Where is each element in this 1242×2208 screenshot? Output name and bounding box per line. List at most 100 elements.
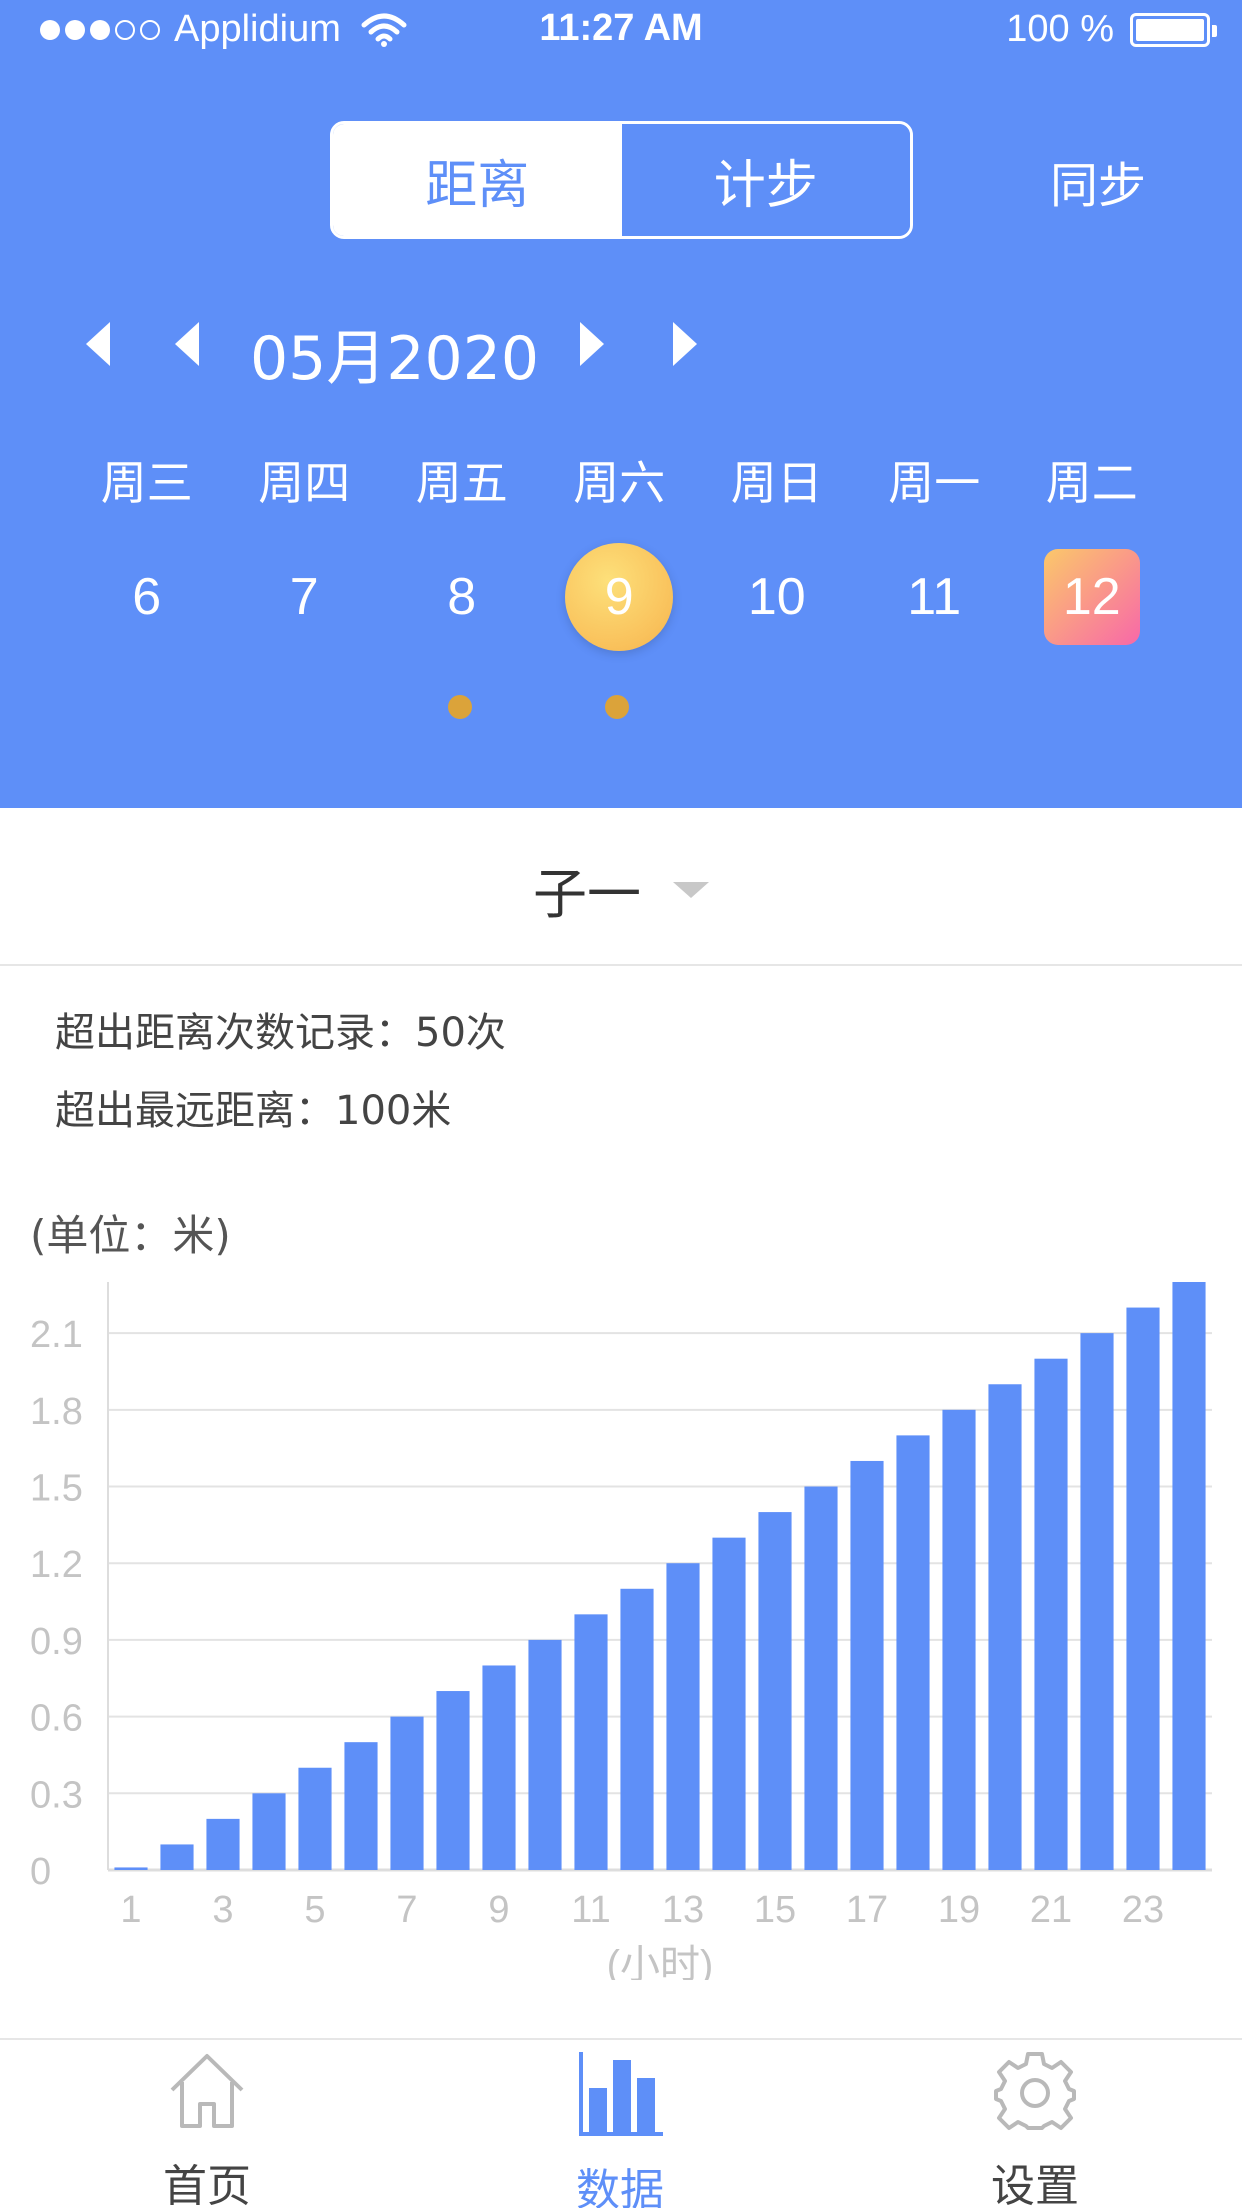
chart-bar	[758, 1512, 792, 1870]
x-tick-label: 21	[1030, 1889, 1072, 1931]
y-tick-label: 1.5	[30, 1468, 83, 1510]
y-tick-label: 1.8	[30, 1391, 83, 1433]
chart-bar	[712, 1537, 746, 1870]
battery-percent: 100 %	[1006, 8, 1114, 50]
home-icon	[170, 2054, 244, 2128]
exceed-count-text: 超出距离次数记录：50次	[55, 1010, 506, 1056]
weekday-row: 周三 周四 周五 周六 周日 周一 周二	[68, 447, 1228, 513]
chart-bar	[804, 1486, 838, 1870]
y-tick-label: 2.1	[30, 1314, 83, 1356]
chart-bar	[850, 1460, 884, 1870]
dropdown-caret-icon	[673, 882, 709, 898]
y-tick-label: 0.9	[30, 1621, 83, 1663]
chart-bar	[390, 1716, 424, 1870]
weekday-label: 周二	[1045, 456, 1138, 510]
x-tick-label: 5	[304, 1889, 325, 1931]
chart-bar	[896, 1435, 930, 1870]
chart-svg: 00.30.60.91.21.51.82.11 3 5 7 9 11 13 15 17 19 21 2…	[30, 1282, 1212, 1987]
x-tick-label: 13	[662, 1889, 704, 1931]
chart-bar	[298, 1767, 332, 1870]
y-tick-label: 0	[30, 1851, 51, 1893]
activity-dot-marker	[448, 695, 472, 719]
y-tick-label: 0.3	[30, 1774, 83, 1816]
chart-bar	[1126, 1307, 1160, 1870]
day-number: 9	[565, 543, 674, 651]
battery-icon	[1130, 12, 1217, 47]
tab-label: 首页	[163, 2161, 251, 2208]
x-tick-label: 11	[571, 1889, 610, 1931]
bar-chart-icon	[579, 2052, 663, 2136]
chart-bar	[436, 1691, 470, 1870]
mode-segmented-control: 距离 计步	[330, 121, 913, 239]
x-tick-label: 7	[396, 1889, 417, 1931]
weekday-label: 周三	[100, 456, 193, 510]
chart-bar	[1172, 1282, 1206, 1870]
chart-bar	[988, 1384, 1022, 1870]
chart-bar	[160, 1844, 194, 1870]
chart-bar	[482, 1665, 516, 1870]
status-right: 100 %	[1006, 8, 1217, 51]
chart-bar	[1080, 1333, 1114, 1870]
child-name: 子一	[533, 863, 641, 926]
day-number: 11	[907, 568, 962, 626]
previous-year-arrow-icon[interactable]	[86, 322, 110, 366]
chart-bar	[574, 1614, 608, 1870]
chart-bar	[252, 1793, 286, 1870]
next-month-arrow-icon[interactable]	[580, 322, 604, 366]
day-number: 8	[447, 568, 477, 626]
x-tick-label: 15	[754, 1889, 796, 1931]
weekday-label: 周四	[258, 456, 351, 510]
chart-bar	[206, 1818, 240, 1870]
chart-bar	[528, 1639, 562, 1870]
chart-bar	[344, 1742, 378, 1870]
x-tick-label: 19	[938, 1889, 980, 1931]
x-tick-label: 3	[212, 1889, 233, 1931]
tab-label: 设置	[991, 2161, 1079, 2208]
x-tick-label: 9	[488, 1889, 509, 1931]
day-number: 10	[747, 568, 806, 626]
x-tick-label: 23	[1122, 1889, 1164, 1931]
chart-bar	[114, 1867, 148, 1870]
tab-home[interactable]: 首页	[107, 2040, 307, 2208]
x-tick-label: 1	[120, 1889, 141, 1931]
status-bar: Applidium 11:27 AM 100 %	[0, 0, 1242, 62]
tab-label: 数据	[576, 2165, 664, 2208]
unit-label: (单位：米)	[30, 1211, 231, 1260]
tab-data[interactable]: 数据	[520, 2040, 720, 2208]
sync-button[interactable]: 同步	[1050, 146, 1146, 216]
month-label: 05月2020	[250, 324, 540, 394]
chart-bar	[1034, 1358, 1068, 1870]
day-number: 7	[289, 568, 319, 626]
day-cell-selected[interactable]: 9	[541, 543, 699, 653]
tab-settings[interactable]: 设置	[935, 2040, 1135, 2208]
day-cell-today[interactable]: 12	[1013, 543, 1171, 653]
segment-steps[interactable]: 计步	[621, 124, 910, 236]
gear-icon	[994, 2052, 1076, 2130]
day-cell[interactable]: 10	[698, 543, 856, 653]
max-distance-text: 超出最远距离：100米	[55, 1088, 452, 1134]
day-cell[interactable]: 6	[68, 543, 226, 653]
x-tick-label: 17	[846, 1889, 888, 1931]
next-year-arrow-icon[interactable]	[673, 322, 697, 366]
month-navigator: 05月2020	[0, 300, 1242, 394]
chart-bar	[942, 1409, 976, 1870]
previous-month-arrow-icon[interactable]	[175, 322, 199, 366]
day-row: 6 7 8 9 10 11 12	[68, 543, 1228, 653]
chart-bar	[620, 1588, 654, 1870]
day-cell[interactable]: 7	[226, 543, 384, 653]
activity-dot-marker	[605, 695, 629, 719]
day-cell[interactable]: 11	[856, 543, 1014, 653]
weekday-label: 周日	[730, 456, 823, 510]
day-number: 12	[1043, 549, 1140, 645]
weekday-label: 周五	[415, 456, 508, 510]
segment-distance[interactable]: 距离	[333, 124, 622, 236]
weekday-label: 周一	[888, 456, 981, 510]
distance-bar-chart: 0 0.3 0.6 0.9 1.2 1.5 1.8 2.1 1 3 5 7 9 11 13 15 17 19 21 2…	[0, 1260, 1242, 1987]
child-selector[interactable]: 子一	[0, 808, 1242, 966]
day-cell[interactable]: 8	[383, 543, 541, 653]
day-number: 6	[132, 568, 162, 626]
header: Applidium 11:27 AM 100 % 距离 计步 同步 05月202…	[0, 0, 1242, 808]
y-tick-label: 0.6	[30, 1698, 83, 1740]
y-tick-label: 1.2	[30, 1544, 83, 1586]
chart-bar	[666, 1563, 700, 1870]
